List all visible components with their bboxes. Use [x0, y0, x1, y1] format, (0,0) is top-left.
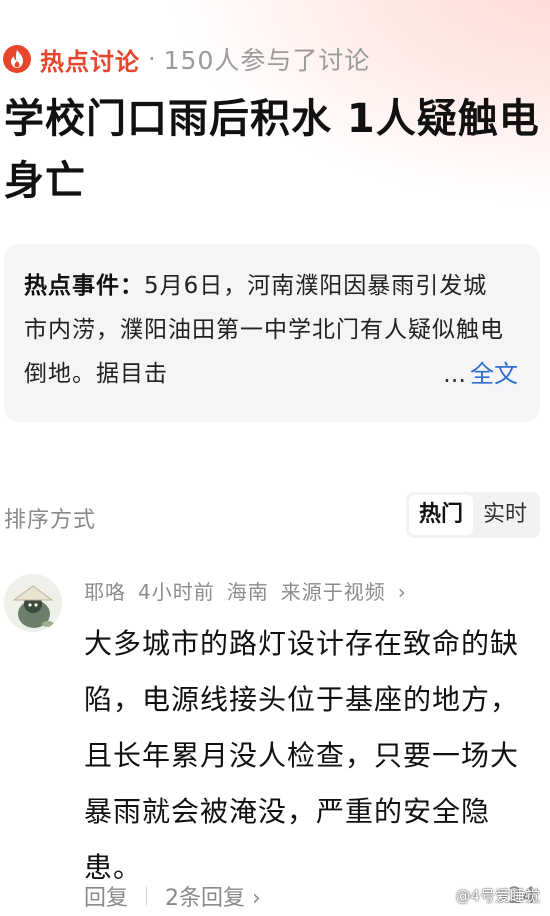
sort-option-latest[interactable]: 实时 [473, 495, 537, 535]
participant-count: 150人参与了讨论 [163, 46, 371, 75]
source-label: 来源于视频 [280, 580, 386, 604]
flame-icon [2, 44, 32, 74]
read-full-text-link[interactable]: ... 全文 [435, 352, 518, 396]
chevron-right-icon: › [397, 580, 407, 604]
event-summary-card[interactable]: 热点事件：5月6日，河南濮阳因暴雨引发城市内涝，濮阳油田第一中学北门有人疑似触电… [4, 244, 540, 422]
sort-bar: 排序方式 热门 实时 [4, 492, 540, 540]
comment-actions: 回复 2条回复 › [84, 880, 261, 912]
chevron-right-icon: › [252, 886, 261, 911]
view-replies-link[interactable]: 2条回复 › [165, 880, 261, 912]
comment-meta: 耶咯 4小时前 海南 来源于视频 › [84, 576, 431, 605]
reply-button[interactable]: 回复 [84, 880, 128, 912]
full-text-label[interactable]: 全文 [470, 360, 518, 388]
source-link[interactable]: 来源于视频 › [281, 580, 419, 604]
sort-option-hot[interactable]: 热门 [408, 495, 473, 535]
ellipsis: ... [443, 360, 466, 388]
topic-header: 热点讨论 · 150人参与了讨论 [2, 40, 370, 78]
action-divider [146, 887, 148, 905]
avatar[interactable] [4, 574, 62, 632]
comment-time: 4小时前 [138, 580, 215, 604]
hot-discussion-label[interactable]: 热点讨论 [40, 42, 140, 77]
sort-label: 排序方式 [4, 508, 97, 533]
sort-toggle[interactable]: 热门 实时 [405, 492, 540, 538]
page-title: 学校门口雨后积水 1人疑触电身亡 [4, 96, 540, 204]
comment-author[interactable]: 耶咯 [84, 580, 126, 604]
separator-dot: · [148, 45, 156, 73]
comment-location: 海南 [226, 580, 269, 604]
summary-label: 热点事件： [24, 273, 144, 299]
comment-body: 大多城市的路灯设计存在致命的缺陷，电源线接头位于基座的地方，且长年累月没人检查，… [84, 627, 520, 884]
replies-count: 2条回复 [165, 886, 246, 911]
watermark: @4号爱睡觉 [455, 887, 540, 905]
